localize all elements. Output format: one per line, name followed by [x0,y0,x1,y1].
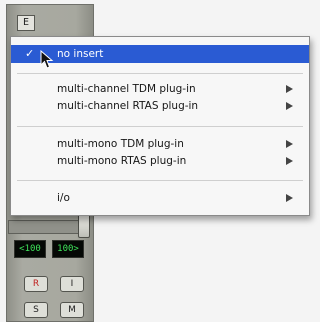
menu-separator [17,73,303,74]
checkmark-icon: ✓ [25,47,35,60]
solo-button[interactable]: S [24,302,48,318]
menu-item-multi-mono-rtas[interactable]: multi-mono RTAS plug-in [11,152,309,170]
menu-item-multi-channel-tdm[interactable]: multi-channel TDM plug-in [11,80,309,98]
menu-item-label: multi-mono TDM plug-in [57,138,184,150]
insert-popup-menu: ✓ no insert multi-channel TDM plug-in mu… [10,36,310,216]
input-monitor-button[interactable]: I [60,276,84,292]
menu-item-multi-mono-tdm[interactable]: multi-mono TDM plug-in [11,135,309,153]
menu-item-label: multi-channel RTAS plug-in [57,100,199,112]
insert-slot-button[interactable]: E [17,15,35,31]
record-enable-button[interactable]: R [24,276,48,292]
volume-fader-track[interactable] [8,220,86,234]
submenu-arrow-icon [286,102,293,110]
menu-item-label: no insert [57,48,104,60]
menu-item-io[interactable]: i/o [11,189,309,207]
menu-item-label: multi-mono RTAS plug-in [57,155,187,167]
submenu-arrow-icon [286,157,293,165]
menu-separator [17,180,303,181]
pan-right-display[interactable]: 100> [52,240,84,258]
menu-item-no-insert[interactable]: ✓ no insert [11,45,309,63]
submenu-arrow-icon [286,85,293,93]
menu-item-label: multi-channel TDM plug-in [57,83,196,95]
mute-button[interactable]: M [60,302,84,318]
submenu-arrow-icon [286,140,293,148]
submenu-arrow-icon [286,194,293,202]
mouse-pointer-icon [40,50,54,69]
pan-left-display[interactable]: <100 [14,240,46,258]
menu-item-multi-channel-rtas[interactable]: multi-channel RTAS plug-in [11,97,309,115]
volume-fader-handle[interactable] [78,214,90,238]
menu-separator [17,126,303,127]
menu-item-label: i/o [57,192,70,204]
